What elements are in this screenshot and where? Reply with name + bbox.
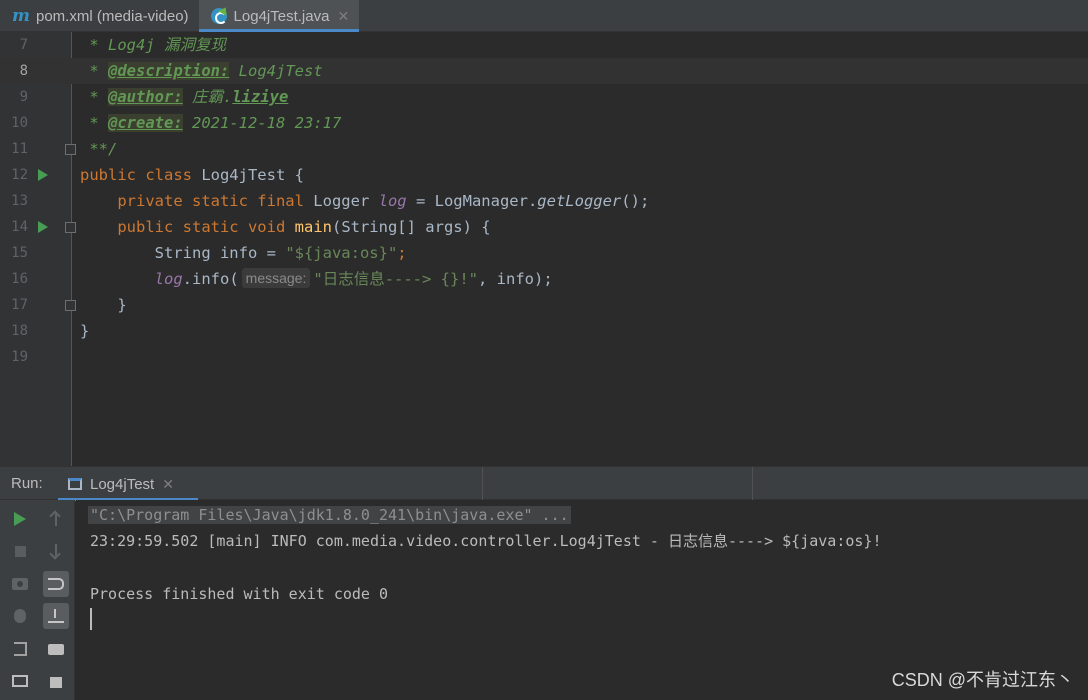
line-number: 14 — [11, 219, 28, 235]
console-line: 23:29:59.502 [main] INFO com.media.video… — [90, 532, 882, 550]
tab-pom-xml[interactable]: m pom.xml (media-video) — [0, 0, 199, 32]
code-line[interactable]: 16 log.info(message: "日志信息----> {}!", inf… — [0, 266, 1088, 292]
scroll-to-end-icon — [48, 609, 64, 623]
run-panel-header: Run: Log4jTest ✕ — [0, 466, 1088, 501]
code-text: * @create: 2021-12-18 23:17 — [80, 114, 342, 132]
code-text: * @description: Log4jTest — [80, 62, 323, 80]
editor-tab-bar: m pom.xml (media-video) Log4jTest.java ✕ — [0, 0, 1088, 32]
code-line[interactable]: 15 String info = "${java:os}"; — [0, 240, 1088, 266]
run-gutter-icon[interactable] — [38, 169, 48, 181]
code-line[interactable]: 19 — [0, 344, 1088, 370]
line-number: 15 — [11, 245, 28, 261]
line-number: 13 — [11, 193, 28, 209]
fold-icon[interactable] — [65, 222, 76, 233]
exit-button[interactable] — [7, 636, 33, 662]
code-text: **/ — [80, 140, 118, 158]
trash-icon — [50, 674, 62, 688]
run-tab-label: Log4jTest — [90, 475, 155, 493]
line-number: 18 — [11, 323, 28, 339]
watermark: CSDN @不肯过江东丶 — [891, 670, 1074, 690]
parameter-hint: message: — [241, 268, 311, 288]
soft-wrap-button[interactable] — [43, 571, 69, 597]
settings-button[interactable] — [7, 603, 33, 629]
line-number: 7 — [19, 37, 28, 53]
divider — [482, 467, 483, 501]
exit-icon — [13, 642, 27, 656]
code-text: String info = "${java:os}"; — [80, 244, 407, 262]
layout-button[interactable] — [7, 668, 33, 694]
code-text: * @author: 庄霸.liziye — [80, 88, 289, 106]
tab-log4jtest-java[interactable]: Log4jTest.java ✕ — [198, 0, 360, 32]
play-icon — [14, 512, 26, 526]
run-tab-log4jtest[interactable]: Log4jTest ✕ — [58, 467, 198, 501]
code-line[interactable]: 17 } — [0, 292, 1088, 318]
layout-icon — [12, 675, 28, 687]
code-line[interactable]: 14 public static void main(String[] args… — [0, 214, 1088, 240]
code-line[interactable]: 11 **/ — [0, 136, 1088, 162]
code-text: log.info(message: "日志信息----> {}!", info); — [154, 268, 553, 288]
code-text: public class Log4jTest { — [80, 166, 304, 184]
line-number: 9 — [19, 89, 28, 105]
line-number: 12 — [11, 167, 28, 183]
camera-icon — [12, 578, 28, 590]
console-output[interactable]: "C:\Program Files\Java\jdk1.8.0_241\bin\… — [76, 500, 1088, 700]
run-gutter-icon[interactable] — [38, 221, 48, 233]
code-line-current[interactable]: 8 * @description: Log4jTest — [0, 58, 1088, 84]
previous-occurrence-button[interactable] — [43, 506, 69, 532]
run-toolbar — [0, 500, 75, 700]
line-number: 19 — [11, 349, 28, 365]
gear-icon — [14, 609, 26, 623]
code-text: public static void main(String[] args) { — [117, 218, 491, 236]
code-line[interactable]: 7 * Log4j 漏洞复现 — [0, 32, 1088, 58]
close-icon[interactable]: ✕ — [162, 476, 174, 493]
run-label: Run: — [11, 475, 43, 492]
stop-icon — [14, 545, 26, 557]
line-number: 8 — [19, 63, 28, 79]
fold-icon[interactable] — [65, 300, 76, 311]
code-line[interactable]: 12 public class Log4jTest { — [0, 162, 1088, 188]
tab-label: Log4jTest.java — [233, 7, 330, 25]
close-icon[interactable]: ✕ — [337, 8, 349, 25]
console-line: "C:\Program Files\Java\jdk1.8.0_241\bin\… — [88, 502, 571, 528]
code-line[interactable]: 18 } — [0, 318, 1088, 344]
clear-all-button[interactable] — [43, 668, 69, 694]
divider — [752, 467, 753, 501]
print-button[interactable] — [43, 636, 69, 662]
code-line[interactable]: 10 * @create: 2021-12-18 23:17 — [0, 110, 1088, 136]
code-text: } — [80, 296, 127, 314]
console-line: Process finished with exit code 0 — [90, 585, 389, 603]
soft-wrap-icon — [48, 578, 64, 590]
java-class-icon — [210, 8, 227, 24]
next-occurrence-button[interactable] — [43, 538, 69, 564]
arrow-down-icon — [55, 544, 57, 558]
scroll-to-end-button[interactable] — [43, 603, 69, 629]
text-caret — [90, 608, 92, 630]
fold-icon[interactable] — [65, 144, 76, 155]
console-command: "C:\Program Files\Java\jdk1.8.0_241\bin\… — [88, 506, 571, 524]
tab-label: pom.xml (media-video) — [36, 7, 189, 25]
rerun-button[interactable] — [7, 506, 33, 532]
arrow-up-icon — [55, 512, 57, 526]
code-text: private static final Logger log = LogMan… — [117, 192, 650, 210]
code-editor[interactable]: 7 * Log4j 漏洞复现 8 * @description: Log4jTe… — [0, 32, 1088, 466]
code-text: } — [80, 322, 90, 340]
line-number: 10 — [11, 115, 28, 131]
dump-threads-button[interactable] — [7, 571, 33, 597]
code-line[interactable]: 13 private static final Logger log = Log… — [0, 188, 1088, 214]
console-icon — [68, 478, 82, 490]
code-line[interactable]: 9 * @author: 庄霸.liziye — [0, 84, 1088, 110]
line-number: 17 — [11, 297, 28, 313]
maven-icon: m — [12, 6, 30, 26]
code-text: * Log4j 漏洞复现 — [80, 36, 226, 54]
line-number: 11 — [11, 141, 28, 157]
print-icon — [48, 643, 64, 655]
line-number: 16 — [11, 271, 28, 287]
stop-button[interactable] — [7, 538, 33, 564]
